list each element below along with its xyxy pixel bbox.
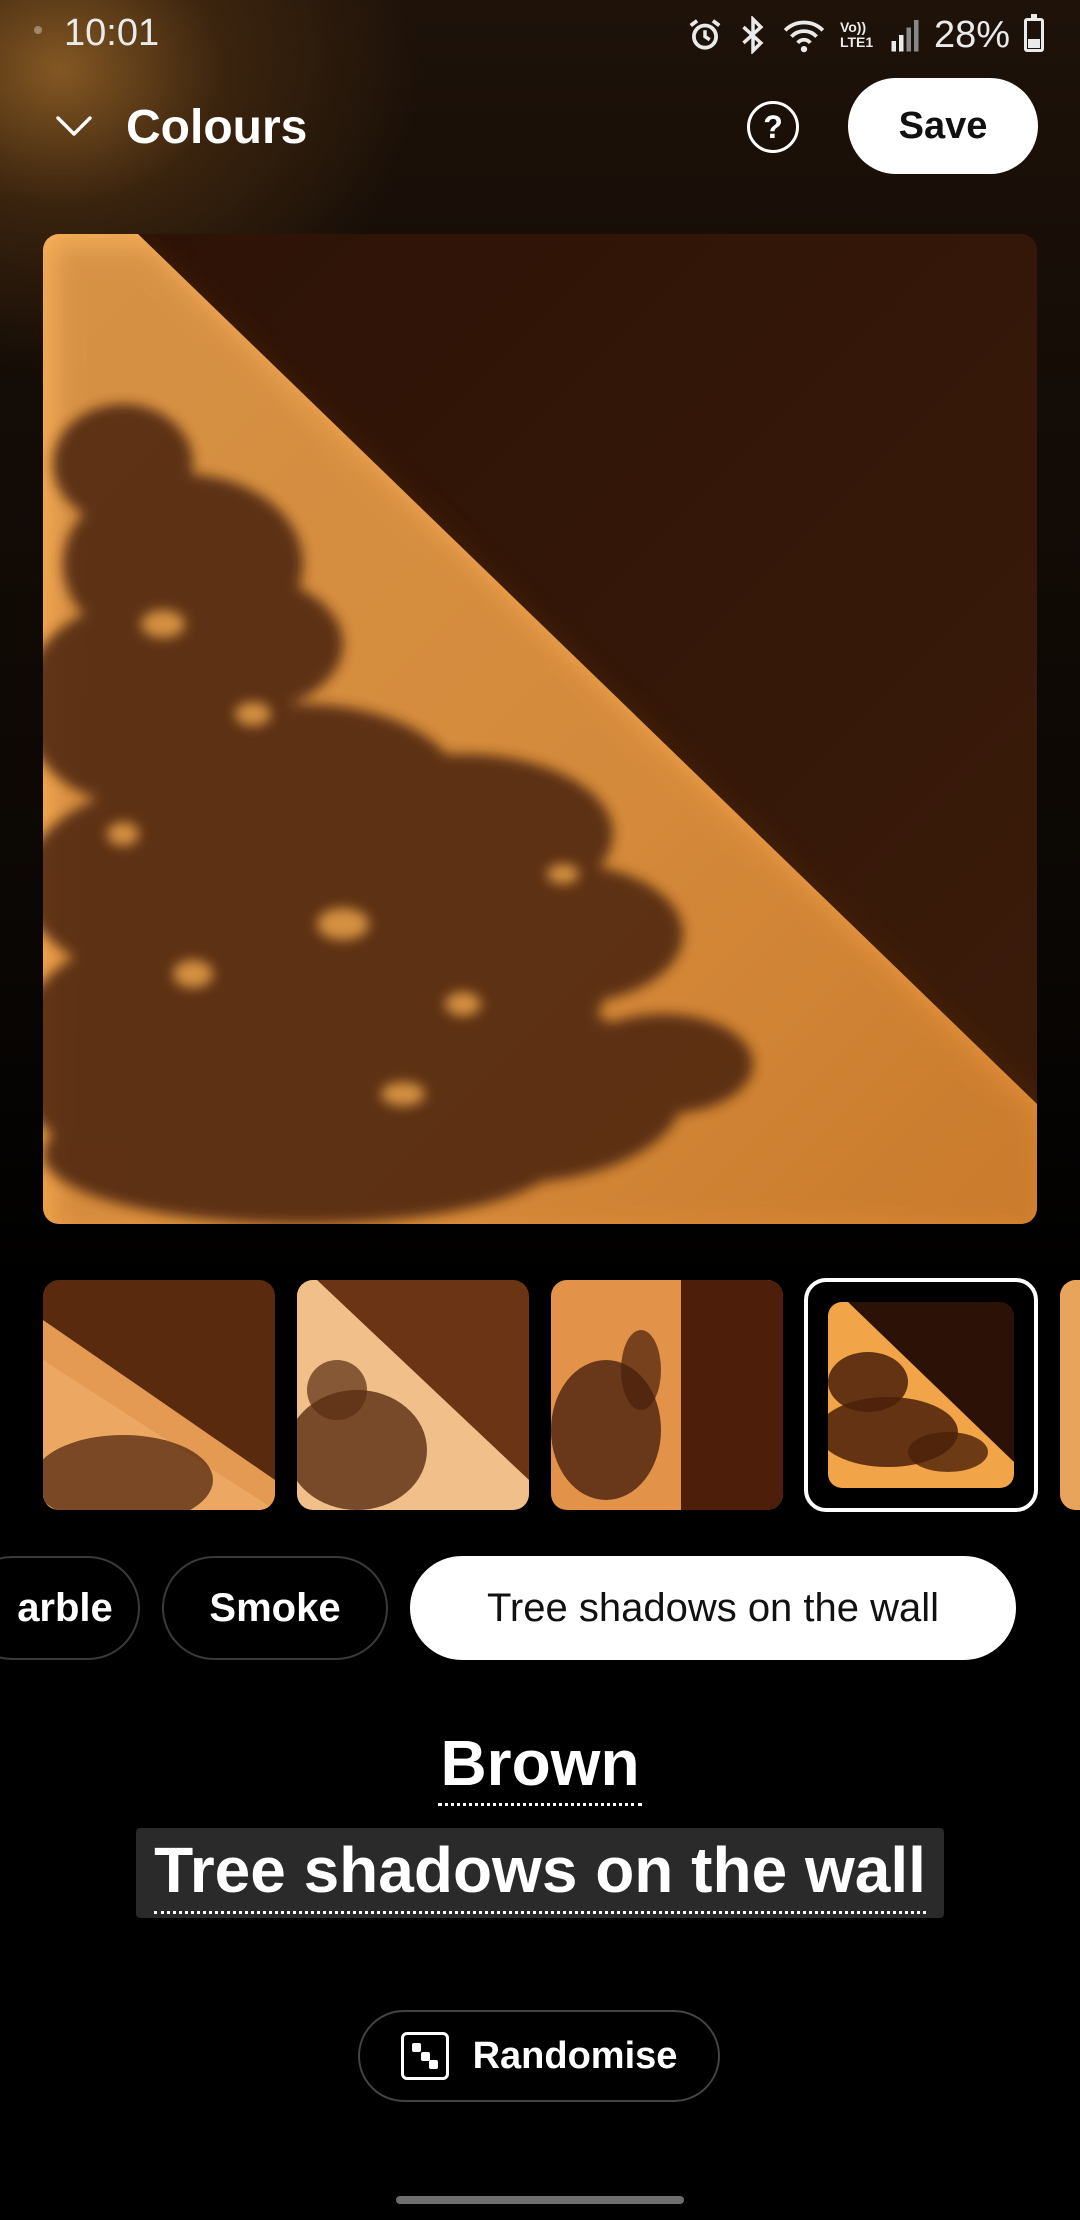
alarm-icon <box>689 19 721 50</box>
preview-image <box>43 234 1037 1224</box>
style-name-text: Tree shadows on the wall <box>154 1833 926 1914</box>
thumbnail-image <box>1060 1280 1080 1510</box>
battery-icon <box>1024 14 1044 52</box>
notification-dot <box>34 26 42 34</box>
thumbnail-item[interactable] <box>43 1280 275 1510</box>
chip-smoke[interactable]: Smoke <box>162 1556 388 1660</box>
help-button[interactable]: ? <box>747 101 799 153</box>
chevron-down-icon <box>56 116 92 136</box>
thumbnail-image <box>551 1280 783 1510</box>
chip-tree-shadows[interactable]: Tree shadows on the wall <box>410 1556 1016 1660</box>
thumbnail-item[interactable] <box>551 1280 783 1510</box>
home-indicator[interactable] <box>396 2196 684 2204</box>
thumbnail-item-selected[interactable] <box>804 1278 1038 1512</box>
randomise-button[interactable]: Randomise <box>358 2010 720 2102</box>
page-title: Colours <box>126 101 308 154</box>
status-icons: Vo)) LTE1 28% <box>686 10 1044 60</box>
status-bar: 10:01 Vo)) LTE1 28% <box>0 0 1080 70</box>
randomise-label: Randomise <box>472 2034 678 2077</box>
status-time: 10:01 <box>64 12 160 54</box>
battery-percent: 28% <box>933 13 1010 56</box>
style-name[interactable]: Tree shadows on the wall <box>136 1828 944 1918</box>
wifi-icon <box>783 20 825 53</box>
collapse-button[interactable] <box>44 96 104 156</box>
dice-icon <box>400 2032 449 2080</box>
thumbnail-image <box>828 1302 1014 1488</box>
style-chips: arble Smoke Tree shadows on the wall <box>0 1556 1080 1660</box>
thumbnail-item-partial[interactable] <box>1060 1280 1080 1510</box>
color-name[interactable]: Brown <box>0 1726 1080 1806</box>
chip-label: Tree shadows on the wall <box>486 1585 940 1630</box>
bluetooth-icon <box>742 16 764 54</box>
chip-marble[interactable]: arble <box>0 1556 140 1660</box>
chip-label: Smoke <box>209 1585 341 1630</box>
thumbnail-item[interactable] <box>297 1280 529 1510</box>
save-button[interactable]: Save <box>848 78 1038 174</box>
network-type-label: Vo)) LTE1 <box>839 19 874 50</box>
thumbnail-image <box>43 1280 275 1510</box>
thumbnail-image <box>297 1280 529 1510</box>
thumbnail-strip <box>0 1278 1080 1514</box>
wallpaper-preview <box>43 234 1037 1224</box>
thumbnail-selected-image-wrap <box>828 1302 1014 1488</box>
signal-icon <box>891 20 919 52</box>
color-name-text: Brown <box>438 1727 642 1806</box>
chip-label: arble <box>17 1585 113 1630</box>
header: Colours ? Save <box>0 76 1080 176</box>
